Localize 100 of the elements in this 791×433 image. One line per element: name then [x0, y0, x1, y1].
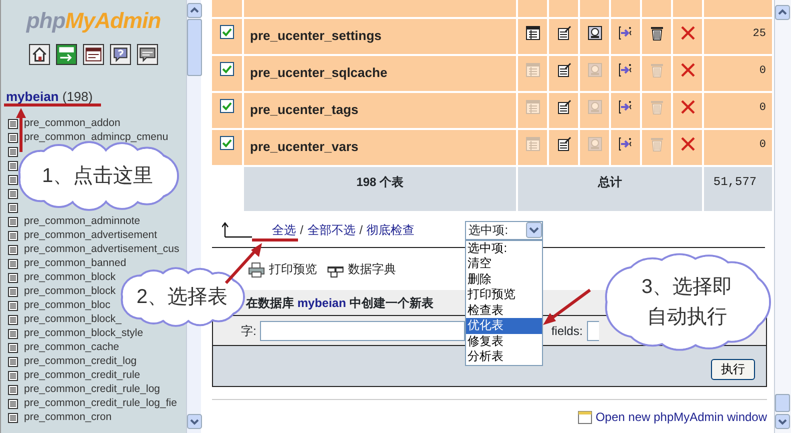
- selection-link[interactable]: 全部不选: [307, 221, 356, 239]
- close-icon[interactable]: [680, 136, 696, 152]
- execute-button[interactable]: 执行: [711, 359, 755, 380]
- scroll-up-button[interactable]: [187, 3, 202, 18]
- dropdown-option[interactable]: 分析表: [466, 349, 542, 364]
- insert-icon[interactable]: [618, 25, 634, 41]
- table-icon[interactable]: [8, 329, 18, 339]
- dropdown-option[interactable]: 检查表: [466, 302, 542, 318]
- table-icon[interactable]: [8, 147, 18, 157]
- arrow: [543, 288, 591, 325]
- insert-icon[interactable]: [618, 136, 634, 152]
- window-icon[interactable]: [578, 410, 592, 424]
- table-link[interactable]: pre_common_block: [24, 284, 116, 300]
- tool-link[interactable]: 打印预览: [269, 260, 317, 278]
- table-icon[interactable]: [8, 413, 18, 423]
- table-link[interactable]: pre_common_advertisement_cus: [24, 242, 180, 258]
- dropdown-option[interactable]: 清空: [466, 256, 542, 272]
- table-name-link[interactable]: pre_ucenter_vars: [250, 139, 358, 154]
- table-icon[interactable]: [8, 357, 18, 367]
- checkbox[interactable]: [220, 62, 234, 76]
- checkbox[interactable]: [220, 136, 234, 150]
- table-link[interactable]: pre_common_cron: [24, 410, 112, 426]
- tool-link[interactable]: 数据字典: [348, 260, 396, 278]
- table-icon[interactable]: [8, 301, 18, 311]
- scroll-down-button[interactable]: [775, 414, 790, 429]
- dropdown-option[interactable]: 打印预览: [466, 287, 542, 302]
- table-link[interactable]: pre_common_block_: [24, 312, 122, 328]
- dropdown-option[interactable]: 删除: [466, 272, 542, 287]
- sql-window-icon[interactable]: [83, 44, 104, 64]
- table-icon[interactable]: [8, 231, 18, 241]
- table-link[interactable]: pre_common_admincp_cmenu: [24, 130, 168, 146]
- close-icon[interactable]: [680, 25, 696, 41]
- structure-icon[interactable]: [556, 99, 572, 115]
- table-icon[interactable]: [8, 133, 18, 143]
- checkbox[interactable]: [220, 99, 234, 113]
- table-cell: [611, 0, 640, 17]
- table-icon[interactable]: [8, 259, 18, 269]
- database-link[interactable]: mybeian: [6, 89, 59, 104]
- table-icon[interactable]: [8, 315, 18, 325]
- table-link[interactable]: pre_common_credit_log: [24, 354, 137, 370]
- table-icon[interactable]: [8, 119, 18, 129]
- printer-icon[interactable]: [248, 260, 265, 278]
- table-icon[interactable]: [8, 245, 18, 255]
- table-icon[interactable]: [8, 203, 18, 213]
- structure-icon[interactable]: [556, 136, 572, 152]
- table-icon[interactable]: [8, 343, 18, 353]
- table-icon[interactable]: [8, 161, 18, 171]
- structure-icon[interactable]: [556, 62, 572, 78]
- table-icon[interactable]: [8, 371, 18, 381]
- search-icon[interactable]: [586, 25, 602, 41]
- checkbox[interactable]: [220, 25, 234, 39]
- table-icon[interactable]: [8, 399, 18, 409]
- table-link[interactable]: pre_common_addon: [24, 116, 120, 132]
- table-link[interactable]: pre_common_cache: [24, 340, 120, 356]
- insert-icon[interactable]: [618, 99, 634, 115]
- name-input[interactable]: [260, 320, 466, 340]
- dropdown-option[interactable]: 选中项:: [466, 240, 542, 256]
- close-icon[interactable]: [680, 99, 696, 115]
- insert-icon[interactable]: [618, 62, 634, 78]
- table-cell: [704, 0, 772, 17]
- name-label: 字:: [241, 322, 256, 340]
- dropdown-option[interactable]: 修复表: [466, 334, 542, 349]
- help-icon[interactable]: [110, 44, 131, 64]
- table-link[interactable]: pre_common_block_style: [24, 326, 144, 342]
- scrollbar-thumb[interactable]: [775, 394, 790, 412]
- table-link[interactable]: pre_common_bloc: [24, 298, 110, 314]
- table-icon[interactable]: [8, 287, 18, 297]
- trash-icon[interactable]: [648, 25, 664, 41]
- total-records: 51,577: [713, 175, 757, 189]
- table-icon[interactable]: [8, 217, 18, 227]
- browse-icon[interactable]: [524, 25, 540, 41]
- fields-input[interactable]: [586, 320, 599, 340]
- record-count: 0: [759, 102, 766, 114]
- table-icon[interactable]: [8, 175, 18, 185]
- structure-icon[interactable]: [556, 25, 572, 41]
- new-window-link[interactable]: Open new phpMyAdmin window: [596, 408, 767, 426]
- table-link[interactable]: pre_common_adminnote: [24, 214, 140, 230]
- table-link[interactable]: pre_common_advertisement: [24, 228, 158, 244]
- scroll-down-button[interactable]: [187, 414, 202, 429]
- table-link[interactable]: pre_common_banned: [24, 256, 126, 272]
- exit-icon[interactable]: [56, 44, 77, 64]
- table-icon[interactable]: [8, 189, 18, 199]
- query-window-icon[interactable]: [137, 44, 158, 64]
- dropdown-option[interactable]: 优化表: [466, 318, 542, 334]
- close-icon[interactable]: [680, 62, 696, 78]
- scrollbar-thumb[interactable]: [187, 19, 202, 76]
- record-count: 0: [759, 65, 766, 77]
- table-link[interactable]: pre_common_credit_rule_log_fie: [24, 396, 177, 412]
- caret-icon[interactable]: [526, 222, 542, 238]
- selection-link[interactable]: 彻底检查: [366, 221, 415, 239]
- home-icon[interactable]: [29, 44, 50, 64]
- table-link[interactable]: pre_common_block: [24, 270, 116, 286]
- table-link[interactable]: pre_common_credit_rule: [24, 368, 140, 384]
- scroll-up-button[interactable]: [775, 5, 790, 20]
- selection-link[interactable]: 全选: [272, 221, 296, 239]
- table-icon[interactable]: [8, 273, 18, 283]
- table-name-link[interactable]: pre_ucenter_tags: [250, 102, 358, 117]
- table-link[interactable]: pre_common_credit_rule_log: [24, 382, 160, 398]
- table-icon[interactable]: [8, 385, 18, 395]
- dropdown-field[interactable]: 选中项:: [464, 220, 543, 240]
